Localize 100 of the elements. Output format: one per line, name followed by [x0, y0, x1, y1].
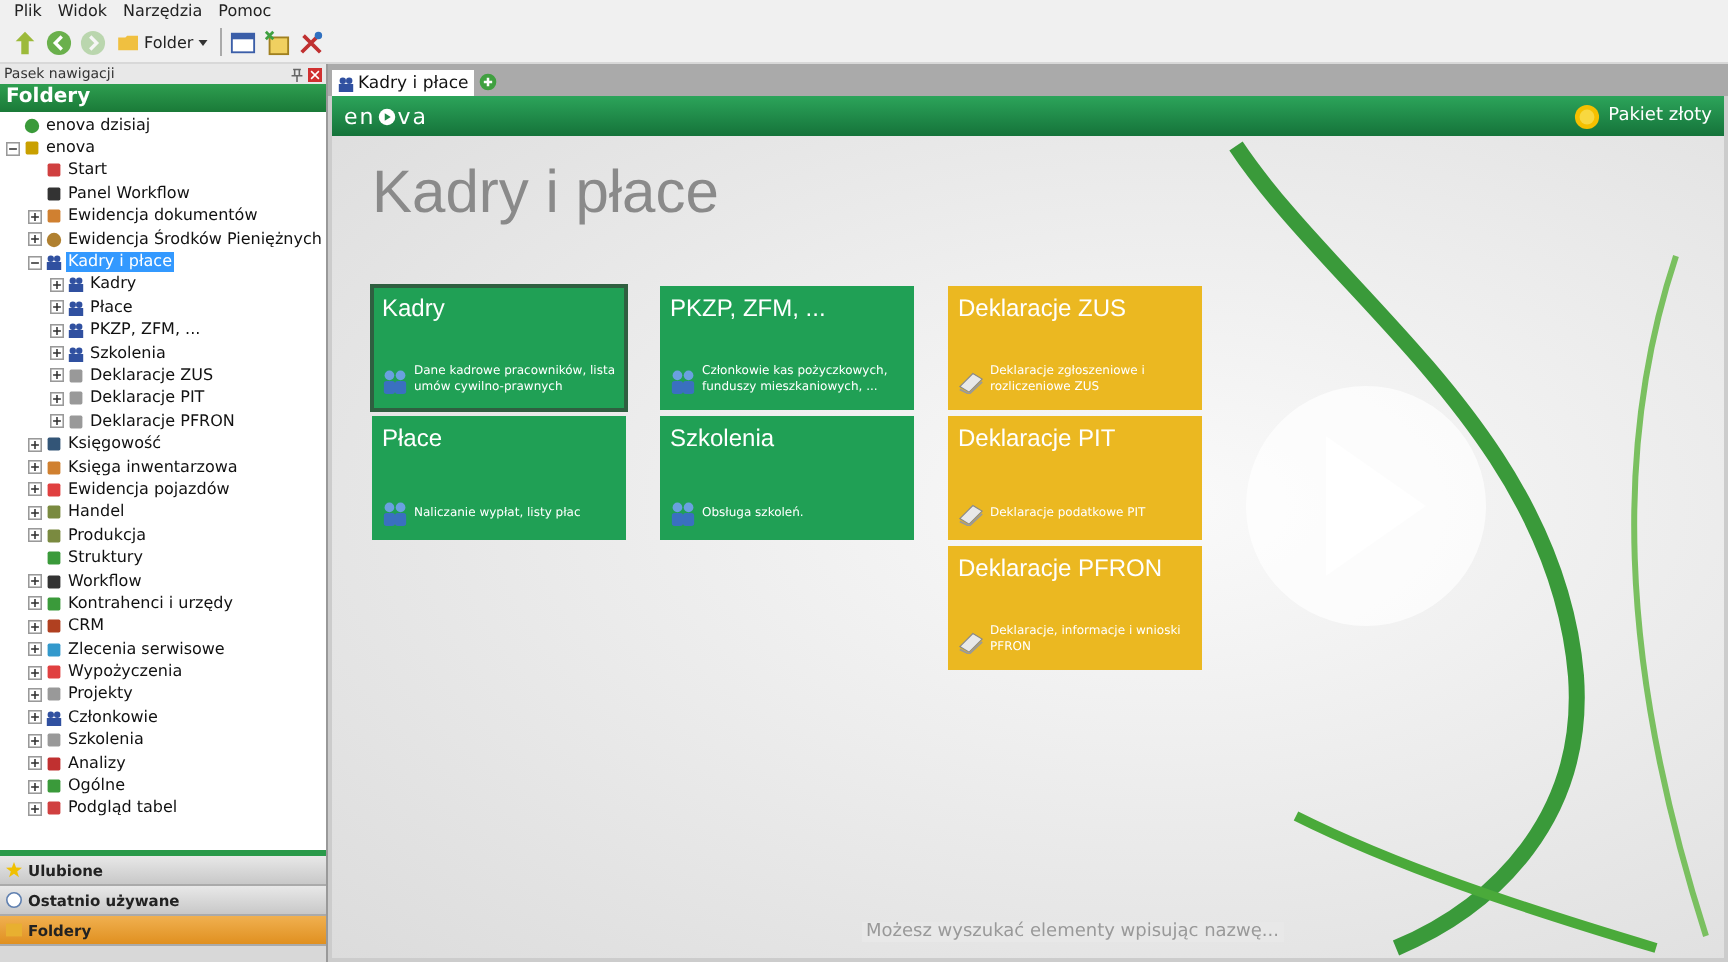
- square-icon: [68, 413, 84, 430]
- expand-icon[interactable]: [28, 756, 42, 771]
- expand-icon[interactable]: [28, 687, 42, 702]
- people-icon: [46, 709, 62, 726]
- tree-item[interactable]: Szkolenia: [88, 343, 168, 364]
- square-icon: [46, 618, 62, 635]
- package-label: Pakiet złoty: [1608, 106, 1712, 126]
- expand-icon[interactable]: [50, 368, 64, 383]
- expand-icon[interactable]: [28, 665, 42, 680]
- people-icon: [382, 500, 408, 526]
- square-icon: [46, 436, 62, 453]
- tree-item[interactable]: Start: [66, 160, 110, 181]
- page-title: Kadry i płace: [372, 160, 721, 230]
- expand-icon[interactable]: [28, 801, 42, 816]
- people-icon: [670, 367, 696, 393]
- tree-item[interactable]: Analizy: [66, 753, 128, 774]
- tile-title: Kadry: [382, 294, 447, 322]
- menu-item[interactable]: Pomoc: [214, 0, 276, 22]
- tree-item[interactable]: enova dzisiaj: [44, 115, 153, 136]
- expand-icon[interactable]: [28, 642, 42, 657]
- tree-item[interactable]: Workflow: [66, 571, 144, 591]
- coin-icon: [1574, 103, 1601, 129]
- document-stack-icon: [958, 627, 984, 653]
- tree-item[interactable]: CRM: [66, 616, 107, 637]
- expand-icon[interactable]: [50, 323, 64, 338]
- folder-dropdown-button[interactable]: Folder: [114, 33, 212, 51]
- expand-icon[interactable]: [50, 300, 64, 315]
- square-icon: [46, 573, 62, 589]
- tree-item[interactable]: Zlecenia serwisowe: [66, 639, 227, 660]
- tree-item[interactable]: Deklaracje ZUS: [88, 365, 216, 386]
- expand-icon[interactable]: [50, 346, 64, 361]
- people-icon: [68, 322, 84, 339]
- square-icon: [46, 550, 62, 567]
- document-tab[interactable]: Kadry i płace: [332, 70, 475, 96]
- tree-item[interactable]: Kontrahenci i urzędy: [66, 593, 235, 614]
- collapse-icon[interactable]: [6, 141, 20, 156]
- tree-item[interactable]: Deklaracje PIT: [88, 388, 207, 409]
- expand-icon[interactable]: [28, 574, 42, 588]
- tree-item[interactable]: Płace: [88, 297, 135, 318]
- expand-icon[interactable]: [28, 779, 42, 794]
- people-icon: [46, 254, 62, 271]
- expand-icon[interactable]: [28, 710, 42, 725]
- people-icon: [382, 367, 408, 393]
- new-item-icon[interactable]: [263, 29, 290, 55]
- people-icon: [68, 276, 84, 293]
- expand-icon[interactable]: [28, 209, 42, 224]
- square-icon: [68, 390, 84, 407]
- tree-item[interactable]: Księga inwentarzowa: [66, 457, 240, 478]
- expand-icon[interactable]: [28, 505, 42, 520]
- tree-item[interactable]: Szkolenia: [66, 730, 146, 751]
- tree-item[interactable]: Ewidencja Środków Pieniężnych: [66, 229, 324, 250]
- tree-item[interactable]: PKZP, ZFM, ...: [88, 320, 203, 341]
- tree-item[interactable]: Członkowie: [66, 707, 160, 728]
- expand-icon[interactable]: [28, 596, 42, 611]
- square-icon: [24, 140, 40, 157]
- new-tab-icon[interactable]: [478, 72, 499, 92]
- expand-icon[interactable]: [50, 391, 64, 406]
- star-icon: [6, 862, 22, 878]
- expand-icon[interactable]: [28, 232, 42, 247]
- expand-icon[interactable]: [28, 528, 42, 543]
- tree-item[interactable]: Deklaracje PFRON: [88, 411, 237, 432]
- tree-item[interactable]: Struktury: [66, 548, 145, 569]
- tree-item[interactable]: Podgląd tabel: [66, 798, 180, 819]
- people-icon: [68, 299, 84, 316]
- collapse-icon[interactable]: [28, 255, 42, 270]
- tree-item[interactable]: Księgowość: [66, 434, 164, 455]
- expand-icon[interactable]: [28, 460, 42, 475]
- menu-item[interactable]: Widok: [53, 0, 111, 22]
- enova-logo: en va: [344, 103, 429, 129]
- folder-icon: [6, 922, 22, 938]
- tree-item[interactable]: Kadry: [88, 274, 139, 295]
- tree-item[interactable]: Handel: [66, 502, 127, 523]
- tree-item[interactable]: Produkcja: [66, 525, 148, 546]
- menu-item[interactable]: Plik: [10, 0, 46, 22]
- tree-item[interactable]: enova: [44, 138, 98, 159]
- pin-icon[interactable]: [290, 67, 304, 81]
- tree-item[interactable]: Wypożyczenia: [66, 662, 185, 683]
- expand-icon[interactable]: [28, 619, 42, 634]
- square-icon: [46, 459, 62, 476]
- expand-icon[interactable]: [28, 437, 42, 452]
- expand-icon[interactable]: [50, 277, 64, 292]
- tree-item[interactable]: Ogólne: [66, 776, 127, 797]
- tile-title: Deklaracje PIT: [958, 424, 1118, 452]
- menu-item[interactable]: Narzędzia: [118, 0, 207, 22]
- window-icon[interactable]: [229, 29, 256, 55]
- back-icon[interactable]: [46, 29, 72, 55]
- people-icon: [68, 345, 84, 362]
- expand-icon[interactable]: [50, 414, 64, 429]
- people-icon: [670, 500, 696, 526]
- circle-icon: [46, 231, 62, 248]
- expand-icon[interactable]: [28, 733, 42, 748]
- tree-item[interactable]: Ewidencja pojazdów: [66, 479, 232, 500]
- tree-item[interactable]: Panel Workflow: [66, 183, 192, 204]
- tree-item[interactable]: Projekty: [66, 684, 135, 705]
- close-icon[interactable]: [308, 67, 322, 81]
- tile-title: Płace: [382, 424, 445, 452]
- folder-icon: [118, 33, 140, 51]
- tree-item[interactable]: Ewidencja dokumentów: [66, 206, 260, 227]
- caret-icon: [197, 39, 208, 45]
- expand-icon[interactable]: [28, 482, 42, 497]
